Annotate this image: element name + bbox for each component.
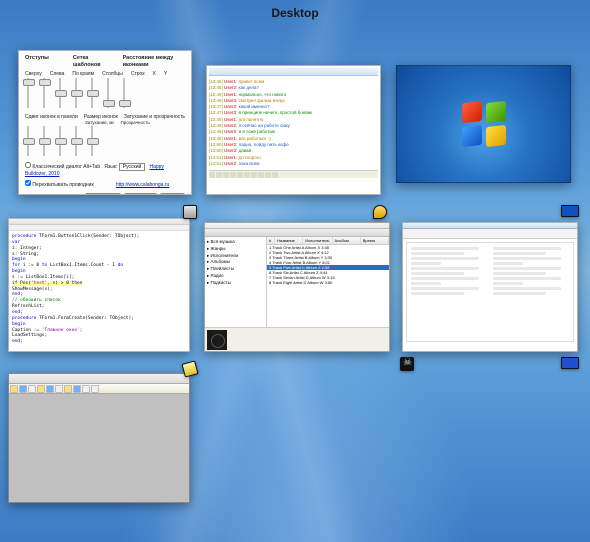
paint-titlebar <box>9 374 189 384</box>
cancel-button[interactable]: Отменить <box>124 193 157 195</box>
slider-transp[interactable] <box>89 126 95 156</box>
music-toolbar <box>205 229 389 237</box>
lbl-transp: Прозрачность <box>121 120 150 126</box>
music-app-icon <box>400 357 414 371</box>
office-ribbon[interactable] <box>403 229 577 239</box>
column-header[interactable]: Время <box>361 237 389 244</box>
chat-toolbar <box>209 170 378 178</box>
switcher-title: Desktop <box>271 6 318 20</box>
thumbnail-windows-desktop[interactable] <box>396 65 571 183</box>
tree-item[interactable]: ▸ Радио <box>207 273 264 280</box>
lbl-x: X <box>153 71 156 78</box>
credit-url[interactable]: http://www.calabonga.ru <box>116 182 169 188</box>
music-tracklist[interactable]: #НазваниеИсполнительАльбомВремя 1 Track … <box>267 237 389 327</box>
slider-x[interactable] <box>105 78 111 108</box>
chat-app-icon <box>373 205 387 219</box>
slider-rows[interactable] <box>89 78 95 108</box>
music-tree[interactable]: ▸ Вся музыка▸ Жанры▸ Исполнители▸ Альбом… <box>205 237 267 327</box>
chat-titlebar <box>209 68 378 76</box>
tree-item[interactable]: ▸ Жанры <box>207 246 264 253</box>
settings-app-icon <box>183 205 197 219</box>
slider-y[interactable] <box>121 78 127 108</box>
lbl-y: Y <box>164 71 167 78</box>
lbl-shift: Сдвиг иконок в панели <box>25 114 78 121</box>
desktop-app-icon <box>561 205 579 217</box>
slider-top[interactable] <box>25 78 31 108</box>
lbl-classic: Классический диалог Alt+Tab <box>32 164 100 170</box>
thumbnail-office-document[interactable] <box>402 222 578 352</box>
thumbnail-code-editor[interactable]: procedure TForm1.Button1Click(Sender: TO… <box>8 218 190 352</box>
slider-shiftx[interactable] <box>25 126 31 156</box>
group-spacing: Расстояние между иконками <box>123 55 185 69</box>
group-grid: Сетка шаблонов <box>73 55 109 69</box>
office-app-icon <box>561 357 579 369</box>
tree-item[interactable]: ▸ Альбомы <box>207 259 264 266</box>
lbl-rows: Строк <box>131 71 145 78</box>
track-row[interactable]: 8 Track Eight Artist D Album W 3:50 <box>267 280 389 285</box>
lbl-lang: Язык: <box>104 164 117 170</box>
slider-left[interactable] <box>41 78 47 108</box>
exit-button[interactable]: Выход <box>160 193 185 195</box>
paint-canvas[interactable] <box>9 394 189 494</box>
tree-item[interactable]: ▸ Вся музыка <box>207 239 264 246</box>
music-player-controls[interactable] <box>205 327 389 351</box>
thumbnail-settings-dialog[interactable]: Отступы Сетка шаблонов Расстояние между … <box>18 50 192 195</box>
tree-item[interactable]: ▸ Исполнители <box>207 253 264 260</box>
lbl-intercept: Перехватывать проводник <box>32 182 93 188</box>
editor-app-icon <box>181 360 198 377</box>
group-indents: Отступы <box>25 55 49 69</box>
slider-shifty[interactable] <box>41 126 47 156</box>
thumbnail-chat-window[interactable]: [12:45] User1: привет всем[12:45] User2:… <box>206 65 381 195</box>
slider-cols[interactable] <box>73 78 79 108</box>
paint-toolbar[interactable] <box>9 384 189 394</box>
tree-item[interactable]: ▸ Плейлисты <box>207 266 264 273</box>
checkbox-intercept-explorer[interactable] <box>25 180 31 186</box>
thumbnail-music-player[interactable]: ▸ Вся музыка▸ Жанры▸ Исполнители▸ Альбом… <box>204 222 390 352</box>
checkbox-classic-alttab[interactable] <box>25 162 31 168</box>
thumbnail-paint-editor[interactable] <box>8 373 190 503</box>
column-header[interactable]: Альбом <box>333 237 361 244</box>
office-page <box>406 242 574 342</box>
tree-item[interactable]: ▸ Подкасты <box>207 280 264 287</box>
column-header[interactable]: Название <box>275 237 303 244</box>
language-select[interactable]: Русский <box>119 163 146 171</box>
column-header[interactable]: Исполнитель <box>303 237 332 244</box>
windows-logo-icon <box>462 102 506 146</box>
column-header[interactable]: # <box>267 237 275 244</box>
chat-line: [12:51] User2: пока всем <box>209 161 378 167</box>
slider-edge[interactable] <box>57 78 63 108</box>
slider-iconsize[interactable] <box>57 126 63 156</box>
code-line: end; <box>12 339 186 345</box>
apply-button[interactable]: Применить <box>85 193 121 195</box>
slider-fade[interactable] <box>73 126 79 156</box>
album-art <box>207 330 227 350</box>
